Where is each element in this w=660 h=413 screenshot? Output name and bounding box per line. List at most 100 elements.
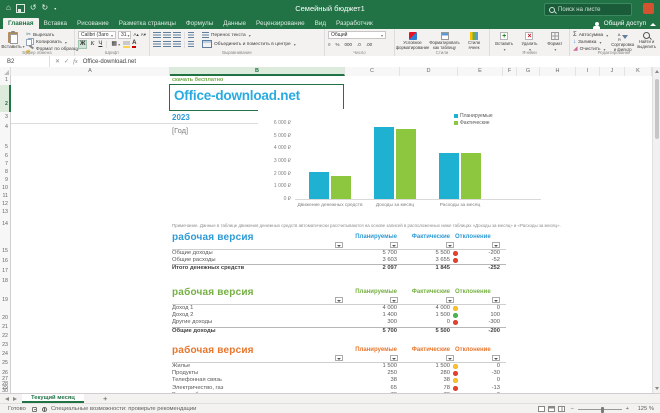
- filter-button[interactable]: [335, 242, 343, 248]
- zoom-in-button[interactable]: +: [626, 406, 629, 412]
- fill-button[interactable]: ↓ Заливка ▾: [573, 39, 608, 45]
- ribbon-tab-9[interactable]: Разработчик: [331, 18, 378, 29]
- ribbon-tab-3[interactable]: Рисование: [72, 18, 114, 29]
- fill-color-button[interactable]: [123, 40, 131, 48]
- row-header-16[interactable]: 16: [2, 258, 8, 264]
- paste-button[interactable]: Вставить▾: [1, 31, 25, 52]
- row-header-17[interactable]: 17: [2, 268, 8, 274]
- row-header-22[interactable]: 22: [2, 333, 8, 339]
- prev-sheet-icon[interactable]: [5, 397, 9, 401]
- filter-button[interactable]: [492, 242, 500, 248]
- filter-button[interactable]: [390, 297, 398, 303]
- ribbon-tab-1[interactable]: Главная: [3, 18, 39, 29]
- column-header-K[interactable]: K: [625, 67, 652, 76]
- bar-actual-1[interactable]: [331, 175, 351, 199]
- decrease-decimal-button[interactable]: .00: [366, 42, 372, 47]
- sort-filter-button[interactable]: А Я Сортировка и фильтр: [611, 31, 634, 52]
- ribbon-tab-7[interactable]: Рецензирование: [251, 18, 310, 29]
- column-header-C[interactable]: C: [345, 67, 400, 76]
- accounting-format-button[interactable]: ¤: [328, 42, 331, 47]
- column-header-A[interactable]: A: [11, 67, 170, 76]
- macro-record-icon[interactable]: [32, 406, 37, 412]
- filter-button[interactable]: [492, 355, 500, 361]
- table-row[interactable]: Общие расходы 3 603 3 655 -52: [172, 257, 506, 264]
- bold-button[interactable]: Ж: [78, 39, 88, 49]
- table-row[interactable]: Жилье 1 500 1 500 0: [172, 363, 506, 370]
- table-row[interactable]: Общие доходы 5 700 5 500 -200: [172, 326, 506, 335]
- format-cells-button[interactable]: Формат ▾: [544, 31, 566, 52]
- table-row[interactable]: Доход 21 400 1 500 100: [172, 312, 506, 319]
- table-row[interactable]: Доход 14 000 4 000 0: [172, 305, 506, 312]
- wrap-text-button[interactable]: Перенос текста ▾: [202, 32, 251, 38]
- orientation-icon[interactable]: [188, 32, 194, 38]
- bar-actual-3[interactable]: [461, 152, 481, 199]
- shrink-font-button[interactable]: A▾: [141, 32, 146, 38]
- ribbon-tab-4[interactable]: Разметка страницы: [114, 18, 181, 29]
- formula-input[interactable]: Office-download.net: [83, 59, 136, 65]
- row-header-5[interactable]: 5: [5, 144, 8, 150]
- row-header-1[interactable]: 1: [5, 77, 8, 83]
- enter-icon[interactable]: ✓: [64, 58, 69, 65]
- column-header-B[interactable]: B: [170, 67, 345, 76]
- cell-styles-button[interactable]: Стили ячеек: [462, 31, 486, 50]
- merge-center-button[interactable]: Объединить и поместить в центре ▾: [202, 40, 296, 48]
- row-header-15[interactable]: 15: [2, 248, 8, 254]
- row-header-4[interactable]: 4: [5, 124, 8, 130]
- filter-button[interactable]: [446, 355, 454, 361]
- column-header-F[interactable]: F: [503, 67, 517, 76]
- grow-font-button[interactable]: A▴: [133, 32, 138, 38]
- budget-chart[interactable]: Планируемые Фактические 6 000 ₽ 5 000 ₽ 4 0…: [258, 110, 550, 222]
- align-right-icon[interactable]: [173, 41, 181, 47]
- page-layout-view-icon[interactable]: [548, 406, 555, 412]
- row-header-25[interactable]: 25: [2, 360, 8, 366]
- filter-button[interactable]: [335, 355, 343, 361]
- zoom-out-button[interactable]: −: [571, 406, 574, 412]
- align-center-icon[interactable]: [163, 41, 171, 47]
- scrollbar-thumb[interactable]: [654, 79, 659, 139]
- bar-planned-2[interactable]: [374, 126, 394, 199]
- qat-customize-icon[interactable]: ▾: [54, 6, 56, 11]
- italic-button[interactable]: К: [89, 41, 95, 48]
- row-header-9[interactable]: 9: [5, 177, 8, 183]
- row-header-7[interactable]: 7: [5, 161, 8, 167]
- insert-function-icon[interactable]: fx: [73, 58, 78, 65]
- row-header-14[interactable]: 14: [2, 221, 8, 227]
- row-header-12[interactable]: 12: [2, 201, 8, 207]
- row-header-19[interactable]: 19: [2, 297, 8, 303]
- ribbon-tab-5[interactable]: Формулы: [181, 18, 218, 29]
- column-header-E[interactable]: E: [458, 67, 503, 76]
- find-select-button[interactable]: Найти и выделить: [637, 31, 656, 52]
- name-box[interactable]: B2: [0, 56, 50, 67]
- autosum-button[interactable]: Σ Автосумма ▾: [573, 32, 608, 38]
- insert-cells-button[interactable]: + Вставить ▾: [493, 31, 515, 52]
- row-header-8[interactable]: 8: [5, 169, 8, 175]
- format-as-table-button[interactable]: Форматировать как таблицу: [429, 31, 460, 50]
- bar-planned-1[interactable]: [309, 172, 329, 199]
- bar-planned-3[interactable]: [439, 153, 459, 199]
- filter-button[interactable]: [446, 297, 454, 303]
- home-icon[interactable]: ⌂: [6, 3, 11, 13]
- row-header-18[interactable]: 18: [2, 278, 8, 284]
- table-row[interactable]: Телефонная связь 38 38 0: [172, 377, 506, 384]
- column-header-G[interactable]: G: [517, 67, 540, 76]
- filter-button[interactable]: [390, 355, 398, 361]
- column-header-J[interactable]: J: [600, 67, 625, 76]
- redo-icon[interactable]: ↻: [42, 3, 49, 13]
- row-header-6[interactable]: 6: [5, 153, 8, 159]
- indent-icon[interactable]: [188, 41, 194, 47]
- search-input[interactable]: Поиск на листе: [544, 3, 632, 16]
- underline-button[interactable]: Ч: [97, 41, 103, 48]
- bar-actual-2[interactable]: [396, 129, 416, 199]
- page-break-view-icon[interactable]: [558, 406, 565, 412]
- number-format-select[interactable]: Общий ▾: [328, 31, 386, 39]
- copy-button[interactable]: Копировать ▾: [26, 38, 79, 46]
- scroll-up-icon[interactable]: [655, 70, 659, 73]
- row-header-10[interactable]: 10: [2, 185, 8, 191]
- ribbon-tab-6[interactable]: Данные: [218, 18, 251, 29]
- filter-button[interactable]: [335, 297, 343, 303]
- align-left-icon[interactable]: [153, 41, 161, 47]
- row-header-21[interactable]: 21: [2, 324, 8, 330]
- table-row[interactable]: Другие доходы 300 0 -300: [172, 319, 506, 326]
- worksheet[interactable]: скачать бесплатно Office-download.net 20…: [11, 76, 652, 393]
- avatar[interactable]: [643, 3, 654, 14]
